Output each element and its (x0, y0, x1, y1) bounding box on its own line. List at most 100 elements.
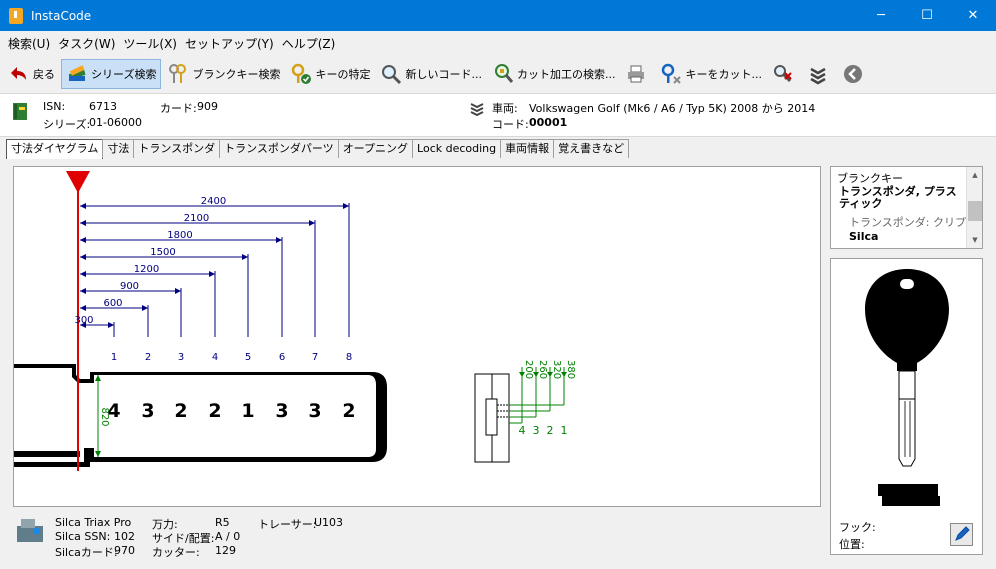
menu-help[interactable]: ヘルプ(Z) (278, 35, 340, 52)
series-search-label: シリーズ検索 (91, 68, 157, 81)
key-image-panel: フック: 位置: (830, 258, 983, 555)
cut-depth-value: 2 (174, 400, 187, 422)
tab-opening[interactable]: オープニング (337, 139, 414, 158)
dimension-arrow (242, 254, 248, 260)
minimize-button[interactable]: ─ (858, 0, 904, 31)
series-search-button[interactable]: シリーズ検索 (61, 59, 162, 89)
menu-setup[interactable]: セットアップ(Y) (181, 35, 278, 52)
new-code-label: 新しいコード... (405, 68, 482, 81)
dimension-arrow (309, 220, 315, 226)
dimension-arrow (343, 203, 349, 209)
machine-name: Silca Triax Pro (55, 516, 132, 529)
profile-section (474, 373, 510, 463)
key-identify-label: キーの特定 (315, 68, 371, 81)
ssn-label: Silca SSN: (55, 530, 111, 543)
blank-key-panel: ブランクキー トランスポンダ, プラスティック トランスポンダ: クリプト Si… (830, 166, 983, 249)
dimension-label: 300 (74, 315, 93, 326)
menu-bar: 検索(U) タスク(W) ツール(X) セットアップ(Y) ヘルプ(Z) (0, 31, 996, 55)
cut-depth-value: 2 (342, 400, 355, 422)
title-bar: InstaCode ─ ☐ ✕ (0, 0, 996, 31)
position-labels: 1 2 3 4 5 6 7 8 (111, 352, 352, 363)
dimension-arrow (108, 322, 114, 328)
position-number: 7 (312, 352, 318, 363)
blank-search-button[interactable]: ブランクキー検索 (163, 59, 284, 89)
cut-depth-value: 1 (241, 400, 254, 422)
print-button[interactable] (621, 59, 654, 89)
key-cut-icon (660, 63, 682, 85)
key-bar-bottom (882, 496, 940, 506)
key-groove (14, 451, 80, 457)
dimension-arrow (142, 305, 148, 311)
dimension-diagram-panel: 2400 2100 1800 1500 1200 900 600 300 12345678 4… (13, 166, 821, 507)
blank-key-scrollbar[interactable]: ▲ ▼ (966, 167, 982, 248)
blank-key-brand: Silca (849, 230, 879, 243)
shoulder-marker (66, 171, 90, 193)
position-number: 2 (145, 352, 151, 363)
dimension-arrow (80, 237, 86, 243)
position-number: 3 (178, 352, 184, 363)
key-hole (900, 279, 914, 289)
cutter-label: カッター: (152, 546, 200, 559)
key-check-icon (290, 63, 312, 85)
tab-transponder-parts[interactable]: トランスポンダパーツ (219, 139, 339, 158)
dimension-arrow (175, 288, 181, 294)
dimension-arrow (80, 254, 86, 260)
transponder-button[interactable] (803, 59, 836, 89)
menu-search[interactable]: 検索(U) (4, 35, 54, 52)
cut-depth-value: 2 (208, 400, 221, 422)
books-icon (66, 63, 88, 85)
info-bar: ISN: 6713 カード: 909 シリーズ: 01-06000 車両: Vo… (0, 93, 996, 137)
dimension-arrow (80, 220, 86, 226)
dimension-arrow (276, 237, 282, 243)
magnifier-icon (380, 63, 402, 85)
nav-back-button[interactable] (838, 59, 871, 89)
key-cut-button[interactable]: キーをカット... (656, 59, 766, 89)
blank-key-header: ブランクキー (837, 172, 903, 185)
vehicle-value: Volkswagen Golf (Mk6 / A6 / Typ 5K) 2008… (529, 102, 816, 115)
scroll-thumb[interactable] (968, 201, 982, 221)
blank-key-transponder: トランスポンダ: クリプト (849, 216, 977, 229)
cutter-value: 129 (215, 544, 236, 557)
close-button[interactable]: ✕ (950, 0, 996, 31)
depth-number: 4 (519, 424, 526, 437)
maximize-button[interactable]: ☐ (904, 0, 950, 31)
tab-dimensions[interactable]: 寸法 (102, 139, 135, 158)
back-button[interactable]: 戻る (4, 59, 59, 89)
key-blade-face (14, 368, 376, 462)
isn-value: 6713 (89, 100, 117, 113)
new-code-button[interactable]: 新しいコード... (376, 59, 486, 89)
tab-lock-decoding[interactable]: Lock decoding (412, 139, 502, 158)
key-cross-icon (772, 63, 794, 85)
tab-vehicle-info[interactable]: 車両情報 (500, 139, 555, 158)
code-value: 00001 (529, 116, 568, 129)
blank-key-type: トランスポンダ, プラスティック (839, 185, 957, 210)
series-value: 01-06000 (89, 116, 142, 129)
width-label: 820 (99, 407, 110, 426)
dimension-arrow (80, 203, 86, 209)
transponder-icon (807, 63, 829, 85)
window-title: InstaCode (31, 8, 92, 23)
tab-notes[interactable]: 覚え書きなど (553, 139, 630, 158)
key-shank (898, 398, 916, 467)
edit-button[interactable] (950, 523, 973, 546)
key-remove-button[interactable] (768, 59, 801, 89)
position-number: 6 (279, 352, 285, 363)
scroll-down-icon[interactable]: ▼ (967, 232, 982, 248)
app-icon (9, 7, 23, 24)
tab-dimension-diagram[interactable]: 寸法ダイヤグラム (6, 139, 104, 159)
side-value: A / 0 (215, 530, 241, 543)
menu-tools[interactable]: ツール(X) (119, 35, 181, 52)
cut-search-button[interactable]: カット加工の検索... (488, 59, 620, 89)
dimension-label: 600 (103, 298, 122, 309)
key-collar (898, 370, 916, 400)
book-icon (9, 101, 31, 126)
dimension-label: 2400 (201, 196, 226, 207)
tab-transponder[interactable]: トランスポンダ (133, 139, 221, 158)
printer-icon (625, 63, 647, 85)
menu-task[interactable]: タスク(W) (54, 35, 119, 52)
cut-depth-value: 3 (141, 400, 154, 422)
dimension-label: 1500 (150, 247, 175, 258)
back-arrow-icon (8, 63, 30, 85)
key-identify-button[interactable]: キーの特定 (286, 59, 374, 89)
scroll-up-icon[interactable]: ▲ (967, 167, 982, 183)
